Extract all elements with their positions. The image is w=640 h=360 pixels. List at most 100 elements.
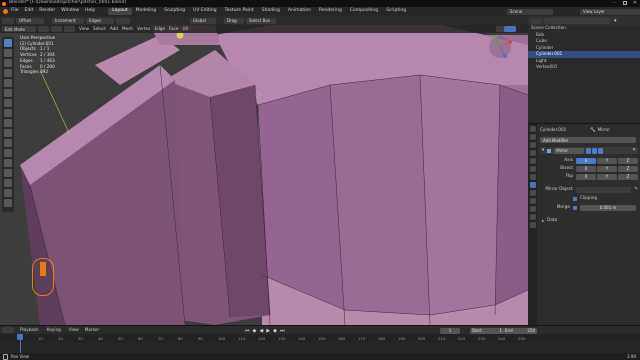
data-tab-icon[interactable]: [529, 214, 536, 220]
start-frame-field[interactable]: Start 1: [470, 327, 504, 334]
tab-shading[interactable]: Shading: [258, 8, 284, 15]
scene-tab-icon[interactable]: [529, 158, 536, 164]
vp-menu-uv[interactable]: UV: [182, 26, 188, 31]
render-toggle-icon[interactable]: [598, 147, 604, 154]
vp-menu-select[interactable]: Select: [93, 26, 106, 31]
tab-compositing[interactable]: Compositing: [346, 8, 382, 15]
tab-uv-editing[interactable]: UV Editing: [189, 8, 220, 15]
axis-z-toggle[interactable]: Z: [618, 157, 638, 164]
material-tab-icon[interactable]: [529, 222, 536, 228]
eyedropper-icon[interactable]: ✎: [634, 187, 638, 192]
tab-rendering[interactable]: Rendering: [315, 8, 346, 15]
flip-x-toggle[interactable]: X: [576, 173, 596, 180]
add-modifier-button[interactable]: Add Modifier: [540, 137, 636, 143]
tab-sculpting[interactable]: Sculpting: [160, 8, 189, 15]
loop-cut-tool-icon[interactable]: [4, 149, 12, 157]
select-edge-icon[interactable]: [51, 26, 62, 32]
frame-ruler[interactable]: 0102030405060708090100110120130140150160…: [0, 334, 640, 342]
data-subpanel[interactable]: ▸ Data: [542, 217, 632, 224]
select-tool-icon[interactable]: [4, 39, 12, 47]
outliner-item[interactable]: Vertex001: [528, 64, 640, 71]
tab-scripting[interactable]: Scripting: [382, 8, 410, 15]
menu-window[interactable]: Window: [58, 9, 82, 14]
object-tab-icon[interactable]: [529, 174, 536, 180]
bisect-y-toggle[interactable]: Y: [597, 165, 617, 172]
modifier-close-icon[interactable]: ✕: [632, 148, 636, 153]
smooth-tool-icon[interactable]: [4, 189, 12, 197]
viewport-toggle-icon[interactable]: [592, 147, 598, 154]
timeline-menu-playback[interactable]: Playback: [20, 327, 39, 332]
extrude-tool-icon[interactable]: [4, 119, 12, 127]
snap-dropdown[interactable]: Increment: [52, 17, 84, 24]
edit-mode-toggle-icon[interactable]: [586, 147, 592, 154]
mesh-render[interactable]: [0, 25, 528, 325]
menu-file[interactable]: File: [8, 9, 22, 14]
bisect-z-toggle[interactable]: Z: [618, 165, 638, 172]
mesh-select-dropdown[interactable]: Edges: [86, 17, 114, 24]
maximize-button[interactable]: [623, 1, 627, 5]
tab-texture-paint[interactable]: Texture Paint: [221, 8, 258, 15]
annotate-tool-icon[interactable]: [4, 99, 12, 107]
jump-start-icon[interactable]: ⏮: [245, 328, 250, 334]
vp-menu-edge[interactable]: Edge: [154, 26, 165, 31]
physics-tab-icon[interactable]: [529, 198, 536, 204]
cursor-tool-icon[interactable]: [4, 49, 12, 57]
view-layer-selector[interactable]: View Layer: [578, 8, 640, 15]
timeline-area[interactable]: 0102030405060708090100110120130140150160…: [0, 334, 640, 353]
vp-menu-vertex[interactable]: Vertex: [137, 26, 150, 31]
menu-help[interactable]: Help: [82, 9, 98, 14]
constraints-tab-icon[interactable]: [529, 206, 536, 212]
tab-modeling[interactable]: Modeling: [132, 8, 160, 15]
scene-selector[interactable]: Scene: [505, 8, 553, 15]
tab-layout[interactable]: Layout: [108, 8, 132, 15]
play-reverse-icon[interactable]: ◀: [259, 328, 263, 334]
bevel-tool-icon[interactable]: [4, 139, 12, 147]
scale-tool-icon[interactable]: [4, 79, 12, 87]
select-mode-icon[interactable]: [2, 17, 14, 24]
vp-menu-mesh[interactable]: Mesh: [122, 26, 133, 31]
spin-tool-icon[interactable]: [4, 179, 12, 187]
proportional-edit-icon[interactable]: [116, 17, 130, 24]
clipping-checkbox[interactable]: [573, 196, 577, 201]
world-tab-icon[interactable]: [529, 166, 536, 172]
select-vertex-icon[interactable]: [38, 26, 49, 32]
prev-keyframe-icon[interactable]: ◆: [253, 328, 257, 334]
particles-tab-icon[interactable]: [529, 190, 536, 196]
transform-tool-icon[interactable]: [4, 89, 12, 97]
transform-pivot-dropdown[interactable]: Offset: [16, 17, 44, 24]
axis-y-toggle[interactable]: Y: [597, 157, 617, 164]
timeline-menu-keying[interactable]: Keying: [47, 327, 61, 332]
output-tab-icon[interactable]: [529, 142, 536, 148]
bisect-x-toggle[interactable]: X: [576, 165, 596, 172]
timeline-editor-icon[interactable]: [2, 327, 14, 333]
vp-menu-face[interactable]: Face: [169, 26, 178, 31]
modifier-tab-icon[interactable]: [529, 182, 536, 188]
view-layer-tab-icon[interactable]: [529, 150, 536, 156]
timeline-menu-view[interactable]: View: [69, 327, 79, 332]
jump-end-icon[interactable]: ⏭: [280, 328, 285, 334]
move-tool-icon[interactable]: [4, 59, 12, 67]
minimize-button[interactable]: –: [613, 1, 618, 6]
poly-build-tool-icon[interactable]: [4, 169, 12, 177]
close-button[interactable]: ✕: [633, 0, 637, 6]
end-frame-field[interactable]: End 250: [503, 327, 537, 334]
flip-z-toggle[interactable]: Z: [618, 173, 638, 180]
flip-y-toggle[interactable]: Y: [597, 173, 617, 180]
tab-animation[interactable]: Animation: [284, 8, 315, 15]
3d-viewport[interactable]: Edit Mode View Select Add Mesh Vertex Ed…: [0, 25, 528, 325]
outliner-editor-icon[interactable]: [530, 17, 542, 24]
next-keyframe-icon[interactable]: ◆: [273, 328, 277, 334]
mode-dropdown[interactable]: Edit Mode: [2, 26, 36, 32]
drag-dropdown[interactable]: Drag: [224, 17, 244, 24]
vp-menu-view[interactable]: View: [79, 26, 89, 31]
inset-tool-icon[interactable]: [4, 129, 12, 137]
current-frame-field[interactable]: 1: [440, 327, 460, 334]
select-face-icon[interactable]: [64, 26, 75, 32]
measure-tool-icon[interactable]: [4, 109, 12, 117]
render-tab-icon[interactable]: [529, 134, 536, 140]
play-icon[interactable]: ▶: [266, 328, 270, 334]
vp-menu-add[interactable]: Add: [110, 26, 118, 31]
tool-tab-icon[interactable]: [529, 126, 536, 132]
rotate-tool-icon[interactable]: [4, 69, 12, 77]
merge-checkbox[interactable]: [573, 205, 577, 210]
